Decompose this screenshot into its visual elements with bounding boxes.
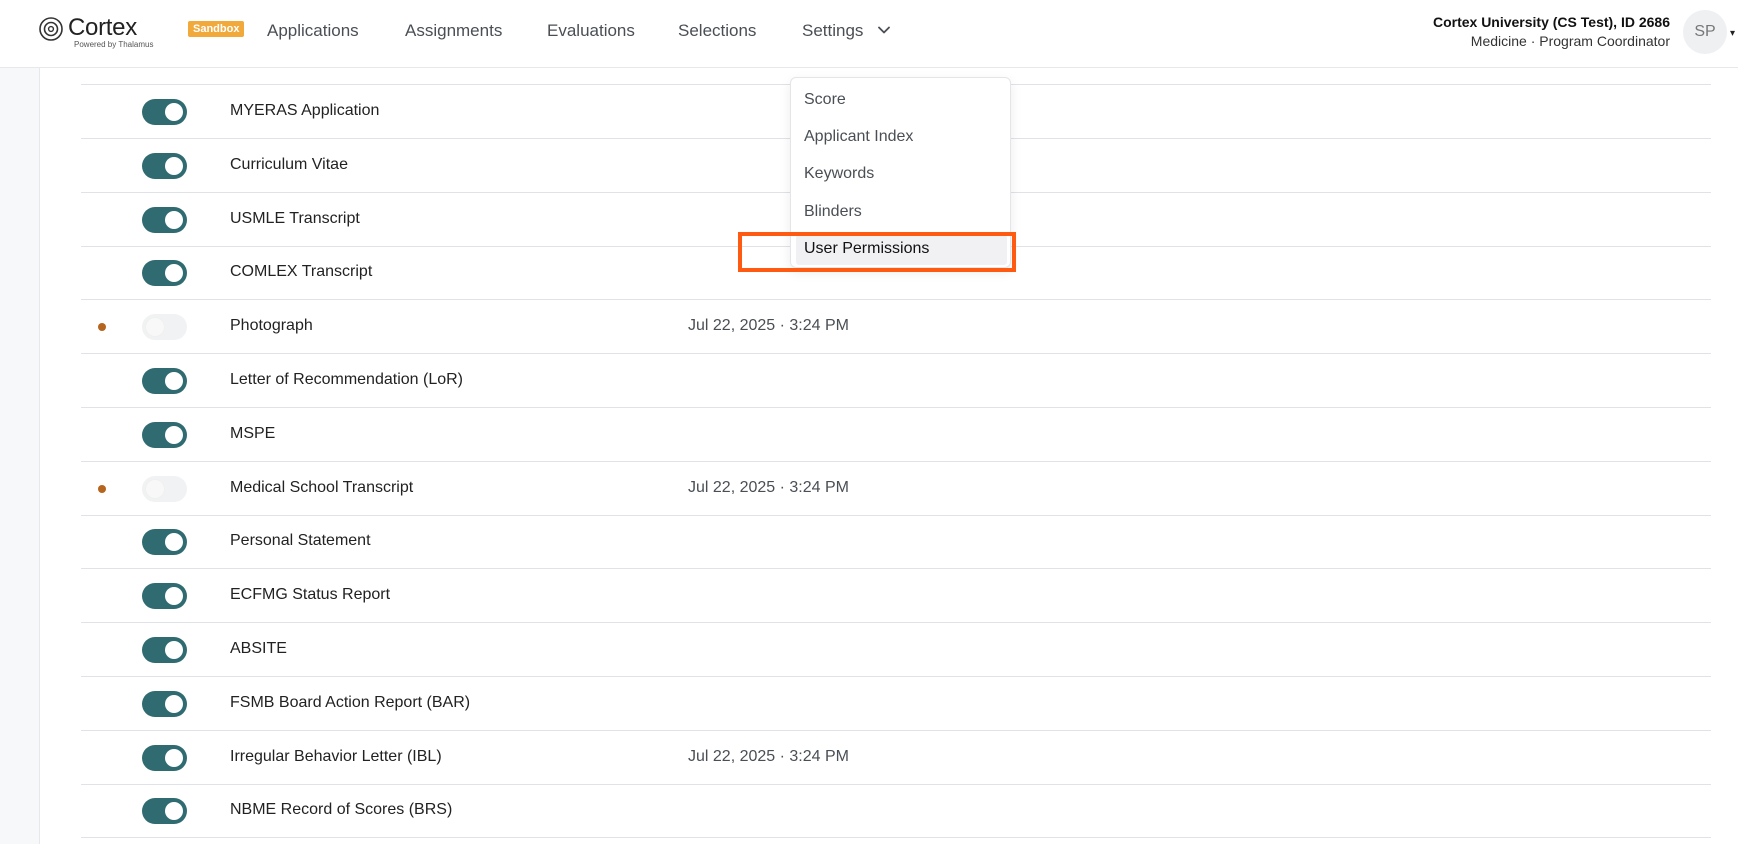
toggle-knob [165, 103, 183, 121]
account-info[interactable]: Cortex University (CS Test), ID 2686 Med… [1433, 14, 1670, 49]
nav-applications[interactable]: Applications [267, 21, 359, 41]
visibility-toggle[interactable] [142, 744, 187, 771]
document-name: MYERAS Application [230, 102, 380, 119]
chevron-down-icon[interactable] [876, 22, 892, 38]
table-row: ECFMG Status Report [81, 569, 1711, 624]
document-name: Letter of Recommendation (LoR) [230, 371, 463, 388]
visibility-toggle[interactable] [142, 314, 187, 341]
toggle-knob [146, 318, 164, 337]
toggle-knob [165, 425, 183, 444]
visibility-toggle[interactable] [142, 206, 187, 233]
table-row: NBME Record of Scores (BRS) [81, 784, 1711, 839]
toggle-knob [165, 587, 183, 606]
toggle-knob [165, 802, 183, 821]
brand-tagline: Powered by Thalamus [74, 40, 154, 49]
table-row: Personal Statement [81, 515, 1711, 570]
document-name: ECFMG Status Report [230, 586, 391, 604]
avatar-caret-icon[interactable]: ▾ [1730, 28, 1735, 39]
table-row: Medical School Transcript Jul 22, 2025 · … [81, 462, 1711, 516]
nav-evaluations[interactable]: Evaluations [547, 21, 635, 41]
cortex-logo-icon [39, 17, 63, 41]
nav-selections[interactable]: Selections [678, 21, 756, 41]
document-name: Irregular Behavior Letter (IBL) [230, 747, 442, 765]
changed-indicator-dot [98, 323, 106, 332]
brand-name: Cortex [68, 14, 137, 41]
avatar[interactable]: SP [1683, 10, 1727, 54]
visibility-toggle[interactable] [142, 690, 187, 717]
document-name: MSPE [230, 424, 276, 442]
document-name: Personal Statement [230, 532, 371, 550]
modified-date: Jul 22, 2025 · 3:24 PM [688, 317, 849, 335]
table-row: Photograph Jul 22, 2025 · 3:24 PM [81, 300, 1711, 355]
user-role: Medicine · Program Coordinator [1470, 33, 1670, 49]
menu-item-blinders[interactable]: Blinders [804, 203, 862, 221]
toggle-knob [165, 372, 183, 390]
table-row: ABSITE [81, 623, 1711, 677]
visibility-toggle[interactable] [142, 99, 187, 125]
toggle-knob [165, 210, 183, 229]
visibility-toggle[interactable] [142, 368, 187, 394]
visibility-toggle[interactable] [142, 637, 187, 663]
changed-indicator-dot [98, 484, 106, 493]
sandbox-badge: Sandbox [188, 21, 245, 37]
org-name: Cortex University (CS Test), ID 2686 [1432, 14, 1670, 30]
table-row: MSPE [81, 408, 1711, 462]
menu-item-applicant-index[interactable]: Applicant Index [804, 128, 913, 146]
document-name: COMLEX Transcript [230, 263, 373, 281]
document-name: ABSITE [230, 640, 287, 657]
settings-dropdown-menu: Score Applicant Index Keywords Blinders … [790, 77, 1011, 268]
menu-item-keywords[interactable]: Keywords [804, 165, 874, 183]
visibility-toggle[interactable] [142, 475, 187, 502]
menu-item-user-permissions[interactable]: User Permissions [804, 240, 929, 258]
toggle-knob [165, 533, 183, 552]
visibility-toggle[interactable] [142, 152, 187, 179]
visibility-toggle[interactable] [142, 583, 187, 610]
nav-assignments[interactable]: Assignments [405, 21, 502, 41]
top-navbar: Cortex Sandbox Powered by Thalamus Appli… [0, 0, 1738, 68]
visibility-toggle[interactable] [142, 421, 187, 448]
toggle-knob [165, 156, 183, 175]
document-name: USMLE Transcript [230, 209, 360, 227]
menu-item-score[interactable]: Score [804, 91, 846, 109]
modified-date: Jul 22, 2025 · 3:24 PM [688, 747, 849, 765]
visibility-toggle[interactable] [142, 260, 187, 287]
modified-date: Jul 22, 2025 · 3:24 PM [688, 478, 849, 496]
table-row: Letter of Recommendation (LoR) [81, 354, 1711, 408]
document-name: NBME Record of Scores (BRS) [230, 801, 453, 819]
document-name: Curriculum Vitae [230, 155, 348, 173]
left-gutter [0, 68, 40, 844]
table-row: Irregular Behavior Letter (IBL) Jul 22, 2… [81, 731, 1711, 785]
toggle-knob [165, 641, 183, 659]
toggle-knob [146, 479, 164, 498]
visibility-toggle[interactable] [142, 798, 187, 825]
toggle-knob [165, 748, 183, 767]
toggle-knob [165, 264, 183, 283]
document-name: Photograph [230, 317, 313, 335]
table-row: FSMB Board Action Report (BAR) [81, 677, 1711, 731]
nav-settings[interactable]: Settings [802, 21, 863, 41]
visibility-toggle[interactable] [142, 529, 187, 556]
toggle-knob [165, 694, 183, 713]
document-name: Medical School Transcript [230, 478, 414, 496]
document-name: FSMB Board Action Report (BAR) [230, 693, 471, 711]
